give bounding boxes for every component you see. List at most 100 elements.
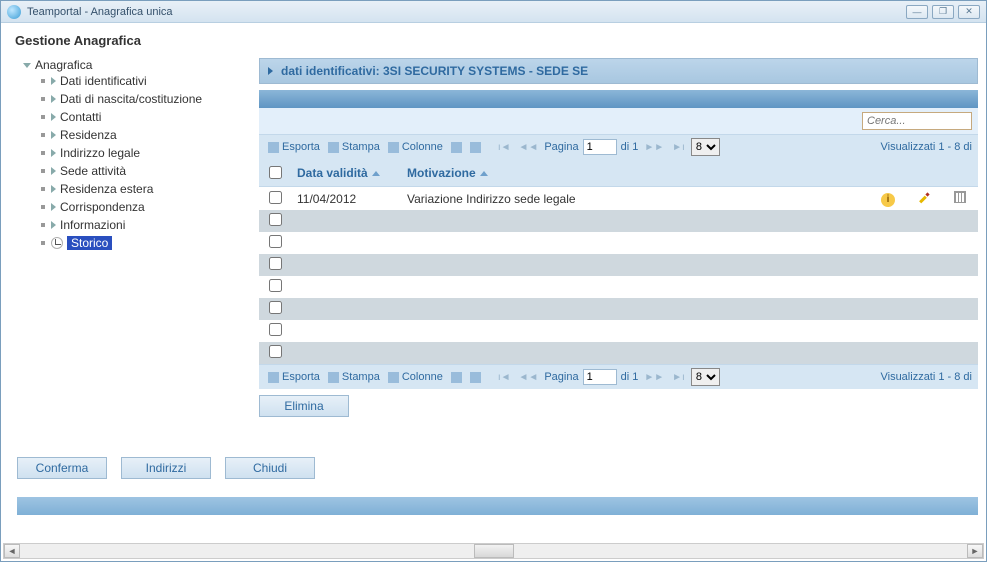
confirm-button[interactable]: Conferma — [17, 457, 107, 479]
export-button[interactable]: Esporta — [265, 371, 323, 383]
visible-count-label: Visualizzati 1 - 8 di — [880, 371, 972, 383]
decorative-bar — [259, 90, 978, 108]
columns-button[interactable]: Colonne — [385, 141, 446, 153]
tree-item[interactable]: Indirizzo legale — [41, 146, 249, 160]
disk-icon — [268, 142, 279, 153]
tree-dot-icon — [41, 169, 45, 173]
cell-date — [291, 320, 401, 342]
scrollbar-thumb[interactable] — [474, 544, 514, 558]
sort-icon — [480, 171, 488, 176]
edit-icon[interactable] — [917, 190, 931, 204]
info-icon[interactable]: i — [881, 193, 895, 207]
tree-root-anagrafica[interactable]: Anagrafica — [23, 58, 249, 72]
horizontal-scrollbar[interactable]: ◄ ► — [3, 543, 984, 559]
magnifier-icon — [451, 142, 462, 153]
page-first-button[interactable]: ı◄ — [496, 142, 513, 153]
caret-down-icon — [23, 63, 31, 68]
cell-date — [291, 254, 401, 276]
close-dialog-button[interactable]: Chiudi — [225, 457, 315, 479]
print-button[interactable]: Stampa — [325, 141, 383, 153]
scroll-right-button[interactable]: ► — [967, 544, 983, 558]
row-checkbox[interactable] — [269, 257, 282, 270]
cell-motive — [401, 232, 870, 254]
cell-date — [291, 210, 401, 232]
tree-item-label: Dati di nascita/costituzione — [60, 92, 202, 106]
app-icon — [7, 5, 21, 19]
row-checkbox[interactable] — [269, 213, 282, 226]
tree-root-label: Anagrafica — [35, 58, 92, 72]
export-button[interactable]: Esporta — [265, 141, 323, 153]
panel-header-text: dati identificativi: 3SI SECURITY SYSTEM… — [281, 64, 588, 78]
page-size-select[interactable]: 8 — [691, 368, 720, 386]
columns-button[interactable]: Colonne — [385, 371, 446, 383]
page-prev-button[interactable]: ◄◄ — [517, 142, 541, 153]
minimize-button[interactable]: — — [906, 5, 928, 19]
tree-item[interactable]: Corrispondenza — [41, 200, 249, 214]
row-checkbox[interactable] — [269, 301, 282, 314]
wrench-icon — [388, 372, 399, 383]
tree-item[interactable]: Storico — [41, 236, 249, 250]
row-checkbox[interactable] — [269, 235, 282, 248]
row-checkbox[interactable] — [269, 279, 282, 292]
cell-motive — [401, 276, 870, 298]
trash-icon[interactable] — [954, 191, 966, 203]
table-row — [259, 276, 978, 298]
addresses-button[interactable]: Indirizzi — [121, 457, 211, 479]
tree-item[interactable]: Contatti — [41, 110, 249, 124]
visible-count-label: Visualizzati 1 - 8 di — [880, 141, 972, 153]
page-label: Pagina — [544, 141, 578, 153]
refresh-tool[interactable] — [467, 372, 484, 383]
panel-header[interactable]: dati identificativi: 3SI SECURITY SYSTEM… — [259, 58, 978, 84]
table-row — [259, 210, 978, 232]
row-checkbox[interactable] — [269, 191, 282, 204]
printer-icon — [328, 142, 339, 153]
cell-date — [291, 276, 401, 298]
col-header-motive[interactable]: Motivazione — [401, 159, 870, 187]
page-number-input[interactable] — [583, 139, 617, 155]
tree-item[interactable]: Dati identificativi — [41, 74, 249, 88]
page-prev-button[interactable]: ◄◄ — [517, 372, 541, 383]
table-row — [259, 298, 978, 320]
window-titlebar: Teamportal - Anagrafica unica — ❐ ✕ — [1, 1, 986, 23]
tree-item-label: Dati identificativi — [60, 74, 147, 88]
table-row — [259, 342, 978, 364]
col-header-date[interactable]: Data validità — [291, 159, 401, 187]
page-size-select[interactable]: 8 — [691, 138, 720, 156]
page-first-button[interactable]: ı◄ — [496, 372, 513, 383]
page-last-button[interactable]: ►ı — [670, 142, 687, 153]
search-input[interactable] — [862, 112, 972, 130]
magnifier-icon — [451, 372, 462, 383]
scroll-left-button[interactable]: ◄ — [4, 544, 20, 558]
tree-dot-icon — [41, 223, 45, 227]
tree-dot-icon — [41, 151, 45, 155]
tree-item[interactable]: Sede attività — [41, 164, 249, 178]
row-checkbox[interactable] — [269, 345, 282, 358]
search-row — [259, 108, 978, 134]
page-next-button[interactable]: ►► — [642, 142, 666, 153]
refresh-tool[interactable] — [467, 142, 484, 153]
close-button[interactable]: ✕ — [958, 5, 980, 19]
caret-right-icon — [51, 203, 56, 211]
tree-item[interactable]: Informazioni — [41, 218, 249, 232]
tree-item[interactable]: Residenza estera — [41, 182, 249, 196]
tree-item-label: Informazioni — [60, 218, 125, 232]
page-last-button[interactable]: ►ı — [670, 372, 687, 383]
caret-right-icon — [268, 67, 273, 75]
tree-item-label: Residenza estera — [60, 182, 153, 196]
scrollbar-track[interactable] — [20, 544, 967, 558]
select-all-checkbox[interactable] — [269, 166, 282, 179]
tree-dot-icon — [41, 133, 45, 137]
cell-date — [291, 232, 401, 254]
cell-date — [291, 342, 401, 364]
row-checkbox[interactable] — [269, 323, 282, 336]
print-button[interactable]: Stampa — [325, 371, 383, 383]
tree-item[interactable]: Residenza — [41, 128, 249, 142]
search-tool[interactable] — [448, 372, 465, 383]
page-number-input[interactable] — [583, 369, 617, 385]
maximize-button[interactable]: ❐ — [932, 5, 954, 19]
refresh-icon — [470, 142, 481, 153]
delete-button[interactable]: Elimina — [259, 395, 349, 417]
tree-item[interactable]: Dati di nascita/costituzione — [41, 92, 249, 106]
search-tool[interactable] — [448, 142, 465, 153]
page-next-button[interactable]: ►► — [642, 372, 666, 383]
